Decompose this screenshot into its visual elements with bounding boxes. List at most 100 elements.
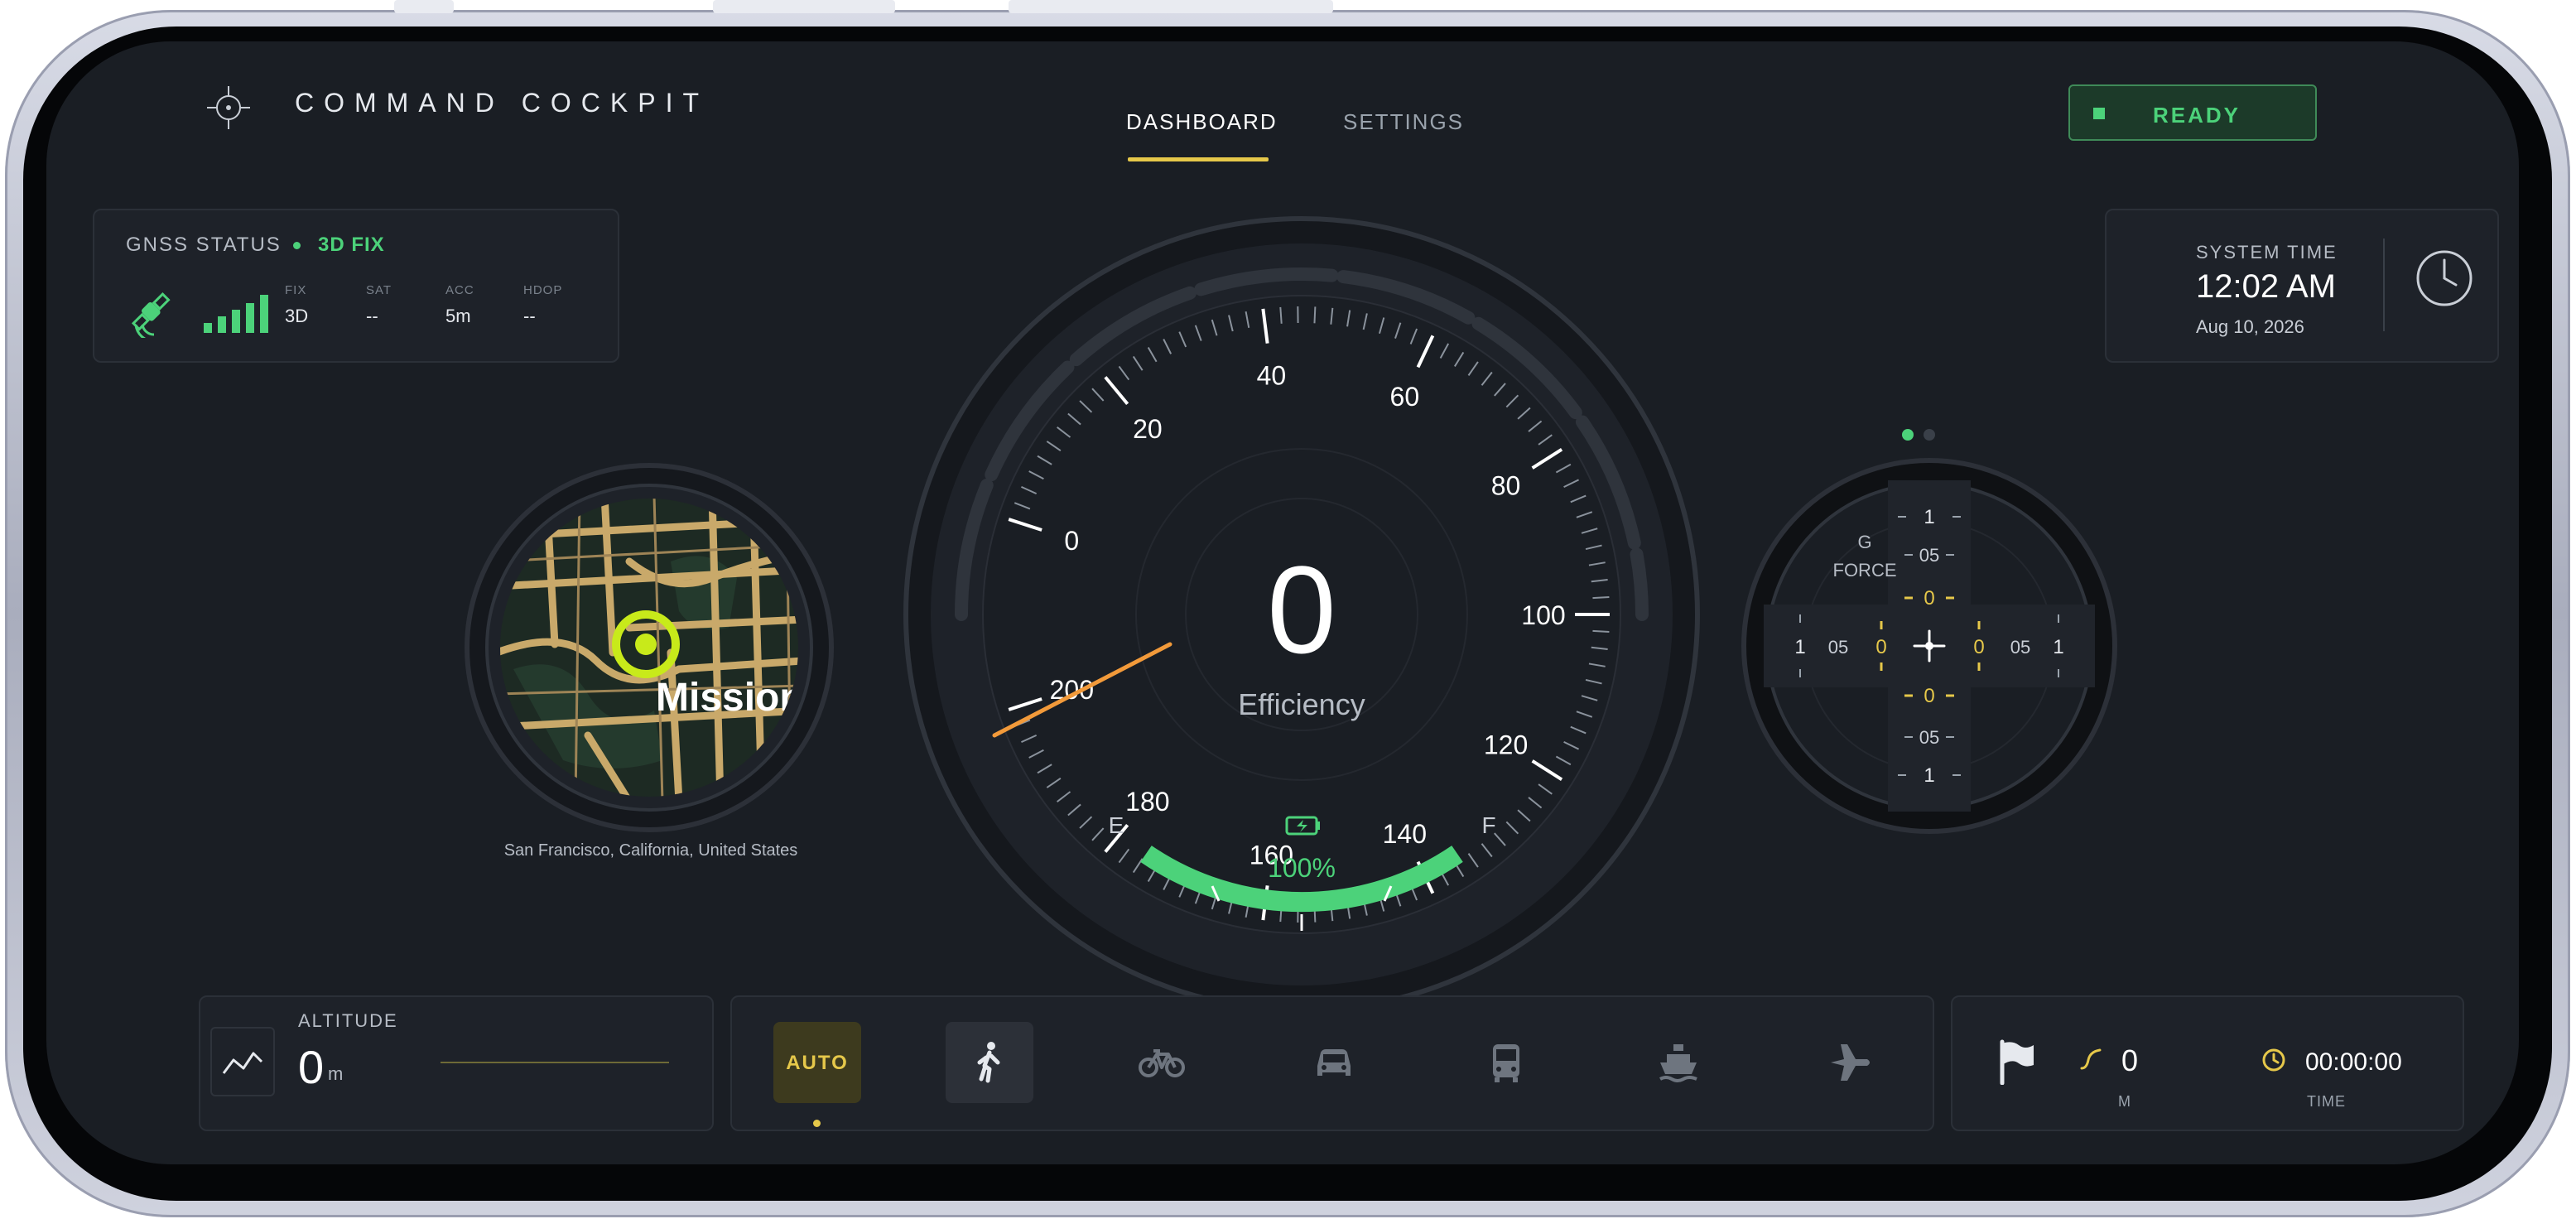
altitude-value: 0 (298, 1041, 325, 1093)
gauge-label: Efficiency (1238, 687, 1365, 721)
g-force-label-g: G (1857, 532, 1871, 552)
travel-mode-bar: AUTO (730, 995, 1934, 1131)
ship-icon (1659, 1044, 1697, 1082)
mode-auto-button[interactable]: AUTO (773, 1022, 861, 1103)
crosshair-logo-icon (207, 86, 250, 129)
ready-status-square (2093, 108, 2105, 119)
altitude-chart-icon-box (210, 1027, 275, 1096)
gnss-stat-label: ACC (445, 283, 474, 297)
gforce-tick-label: 0 (1973, 636, 1984, 658)
gnss-stat-acc: ACC 5m (445, 283, 474, 327)
gauge-minor-tick (1592, 629, 1610, 634)
active-mode-dot (813, 1120, 821, 1127)
tab-settings[interactable]: SETTINGS (1343, 109, 1464, 135)
tab-dashboard[interactable]: DASHBOARD (1126, 109, 1278, 135)
altitude-sparkline (441, 1062, 669, 1063)
line-chart-icon (222, 1052, 263, 1074)
gauge-scale-label: 80 (1491, 471, 1521, 501)
gauge-value: 0 (1267, 540, 1336, 679)
trip-distance-value: 0 (2121, 1043, 2139, 1077)
battery-percent: 100% (1268, 853, 1336, 883)
gnss-stat-sat: SAT -- (366, 283, 392, 327)
gforce-tick-label: 05 (1828, 637, 1848, 658)
timer-icon (2262, 1048, 2285, 1072)
gnss-status-card: GNSS STATUS 3D FIX FIX 3D SAT -- ACC 5m … (93, 209, 619, 363)
plane-icon (1831, 1044, 1870, 1081)
mini-map[interactable]: Mission (464, 462, 835, 833)
gforce-tick-label: 0 (1875, 636, 1886, 658)
gforce-tick-label: 0 (1924, 587, 1934, 610)
mode-ship-button[interactable] (1635, 1022, 1722, 1103)
mode-car-button[interactable] (1290, 1022, 1378, 1103)
gauge-scale-label: 200 (1050, 675, 1094, 705)
bicycle-icon (1139, 1049, 1185, 1077)
gnss-stat-value: 3D (285, 306, 309, 326)
efficiency-gauge: 020406080100120140160180200 0 Efficiency… (903, 216, 1700, 1013)
signal-strength-icon (204, 295, 268, 333)
pager-dot[interactable] (1924, 429, 1935, 441)
gforce-tick-label: 1 (1924, 764, 1934, 787)
gnss-stat-label: HDOP (523, 283, 563, 297)
fuel-full-label: F (1481, 812, 1495, 838)
trip-card: 0 M 00:00:00 TIME (1951, 995, 2464, 1131)
bus-icon (1493, 1044, 1519, 1082)
system-date-value: Aug 10, 2026 (2196, 316, 2304, 337)
gauge-scale-label: 20 (1133, 414, 1163, 444)
gauge-scale-label: 120 (1484, 730, 1528, 759)
altitude-unit: m (328, 1063, 344, 1084)
g-force-label-force: FORCE (1833, 560, 1897, 581)
gforce-tick-label: 05 (1919, 727, 1939, 748)
gauge-scale-label: 0 (1064, 526, 1079, 556)
gauge-scale-label: 60 (1390, 382, 1420, 412)
gauge-minor-tick (1592, 595, 1610, 600)
mode-bicycle-button[interactable] (1118, 1022, 1206, 1103)
satellite-icon (131, 292, 171, 338)
gnss-stat-hdop: HDOP -- (523, 283, 562, 327)
gforce-tick-label: 0 (1924, 685, 1934, 707)
gnss-stat-label: FIX (285, 283, 307, 297)
trip-time-value: 00:00:00 (2305, 1048, 2402, 1076)
gnss-stat-value: -- (523, 306, 536, 326)
walk-icon (977, 1042, 1000, 1083)
gnss-stat-value: 5m (445, 306, 471, 326)
ready-button-label: READY (2153, 103, 2241, 128)
system-time-value: 12:02 AM (2196, 268, 2337, 305)
gauge-scale-label: 100 (1521, 600, 1565, 630)
gnss-fix-status: 3D FIX (318, 234, 385, 256)
mode-bus-button[interactable] (1462, 1022, 1550, 1103)
gauge-scale-label: 140 (1383, 819, 1427, 849)
clock-icon (2416, 250, 2472, 306)
flag-icon[interactable] (1996, 1038, 2037, 1085)
mode-walk-button[interactable] (946, 1022, 1033, 1103)
app-title: COMMAND COCKPIT (295, 88, 709, 118)
app-screen: COMMAND COCKPIT DASHBOARD SETTINGS READY… (46, 41, 2519, 1164)
map-location-text: San Francisco, California, United States (503, 841, 798, 860)
mode-auto-label: AUTO (786, 1052, 849, 1074)
active-tab-indicator (1128, 157, 1269, 161)
trip-distance-unit: M (2118, 1093, 2131, 1110)
pager-dot-active[interactable] (1902, 429, 1914, 441)
gnss-status-dot (293, 242, 301, 249)
g-force-meter: G FORCE 1 05 0 0 05 1 1 05 0 0 05 1 (1741, 458, 2117, 834)
system-time-card: SYSTEM TIME 12:02 AM Aug 10, 2026 (2105, 209, 2499, 363)
gforce-tick-label: 1 (2053, 636, 2063, 658)
fuel-empty-label: E (1109, 812, 1124, 838)
mode-plane-button[interactable] (1807, 1022, 1895, 1103)
altitude-label: ALTITUDE (298, 1010, 398, 1031)
gnss-title: GNSS STATUS (126, 234, 282, 256)
gauge-scale-label: 180 (1125, 787, 1169, 817)
ready-button[interactable]: READY (2068, 84, 2317, 141)
gnss-stat-label: SAT (366, 283, 392, 297)
gforce-tick-label: 1 (1924, 506, 1934, 528)
gforce-tick-label: 05 (2010, 637, 2030, 658)
altitude-card: ALTITUDE 0 m (199, 995, 714, 1131)
gnss-stat-value: -- (366, 306, 378, 326)
route-distance-icon (2080, 1048, 2102, 1070)
gauge-minor-tick (1313, 306, 1317, 324)
map-label: Mission (656, 676, 804, 720)
gforce-tick-label: 05 (1919, 545, 1939, 566)
gauge-minor-tick (1279, 306, 1283, 324)
gauge-scale-label: 40 (1257, 360, 1287, 390)
gforce-tick-label: 1 (1794, 636, 1805, 658)
car-icon (1317, 1049, 1351, 1076)
